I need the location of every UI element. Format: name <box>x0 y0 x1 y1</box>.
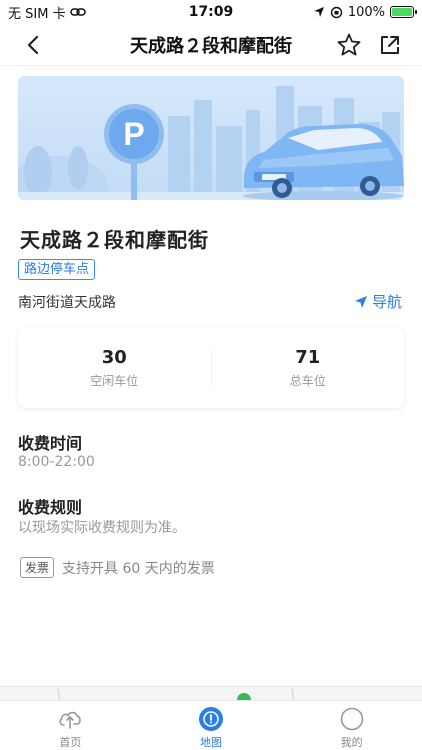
tab-profile-label: 我的 <box>340 736 363 749</box>
free-spaces-value: 30 <box>101 347 127 368</box>
parking-name: 天成路２段和摩配街 <box>20 228 209 252</box>
parking-type-tag: 路边停车点 <box>18 259 96 280</box>
invoice-text: 支持开具 60 天内的发票 <box>62 560 215 577</box>
star-icon[interactable] <box>336 32 362 58</box>
tab-profile[interactable]: 我的 <box>281 701 422 750</box>
cloud-icon <box>59 711 82 729</box>
fee-time-title: 收费时间 <box>18 434 83 453</box>
navigate-label: 导航 <box>371 293 402 311</box>
total-spaces-stat: 71 总车位 <box>212 347 405 389</box>
parking-address: 南河街道天成路 <box>18 295 116 311</box>
carrier-text: 无 SIM 卡 <box>8 6 66 22</box>
invoice-badge: 发票 <box>20 557 55 578</box>
tab-map[interactable]: 地图 <box>141 701 282 750</box>
invoice-row: 发票 支持开具 60 天内的发票 <box>20 557 215 578</box>
total-spaces-label: 总车位 <box>289 374 326 388</box>
spaces-card: 30 空闲车位 71 总车位 <box>18 328 404 408</box>
share-icon[interactable] <box>378 33 402 57</box>
fee-rule-value: 以现场实际收费规则为准。 <box>18 520 186 536</box>
battery-percent: 100% <box>347 4 385 20</box>
total-spaces-value: 71 <box>295 347 321 368</box>
navigation-arrow-icon <box>354 295 367 308</box>
parking-banner: P <box>18 76 404 200</box>
orientation-lock-icon <box>330 6 343 18</box>
status-right: 100% <box>313 4 417 20</box>
battery-icon <box>390 6 417 18</box>
navigate-button[interactable]: 导航 <box>354 291 402 312</box>
parking-sign-letter: P <box>123 116 144 152</box>
location-arrow-icon <box>313 7 324 17</box>
page-title: 天成路２段和摩配街 <box>130 35 292 57</box>
back-chevron-icon[interactable] <box>22 33 46 57</box>
profile-icon <box>340 707 363 731</box>
wifi-link-icon <box>69 8 86 16</box>
tab-home[interactable]: 首页 <box>0 701 141 750</box>
tab-bar: 首页 地图 我的 <box>0 700 422 750</box>
free-spaces-label: 空闲车位 <box>90 374 139 388</box>
nav-bar: 天成路２段和摩配街 <box>0 24 422 66</box>
tab-home-label: 首页 <box>59 736 82 749</box>
parking-illustration: P <box>18 86 404 200</box>
map-preview-sliver <box>0 686 422 707</box>
status-left: 无 SIM 卡 <box>8 3 86 22</box>
fee-time-value: 8:00-22:00 <box>18 454 95 470</box>
map-pin-icon <box>199 707 223 731</box>
status-bar: 无 SIM 卡 17:09 100% <box>0 0 422 24</box>
free-spaces-stat: 30 空闲车位 <box>18 347 211 389</box>
fee-rule-title: 收费规则 <box>18 498 83 517</box>
tab-map-label: 地图 <box>200 736 222 749</box>
